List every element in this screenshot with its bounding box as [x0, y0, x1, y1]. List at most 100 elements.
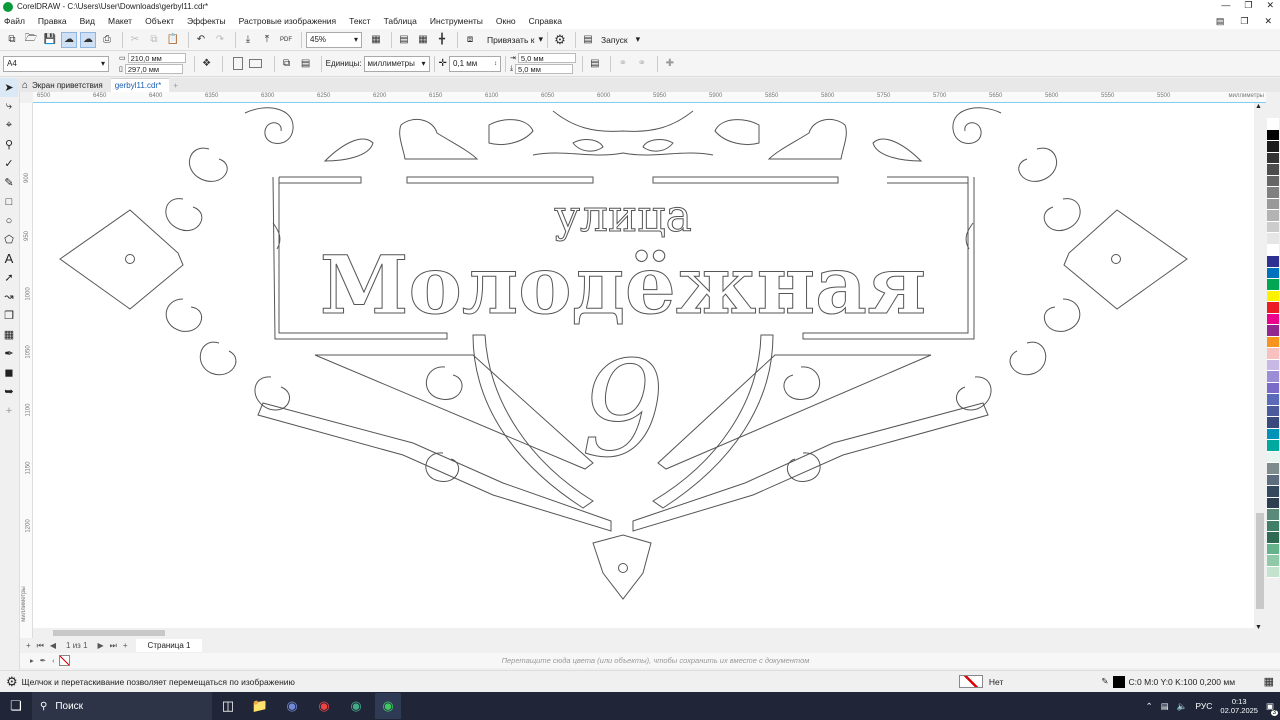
- zoom-level-combo[interactable]: 45% ▾: [306, 31, 362, 48]
- landscape-icon[interactable]: [248, 59, 262, 68]
- nudge-distance-field[interactable]: 0,1 мм ↕: [448, 55, 501, 72]
- palette-swatch[interactable]: [1267, 359, 1279, 371]
- minimize-icon[interactable]: —: [1221, 0, 1230, 11]
- horizontal-ruler[interactable]: 6500 6450 6400 6350 6300 6250 6200 6150 6100 6050…: [33, 92, 1266, 103]
- palette-swatch[interactable]: [1267, 486, 1279, 498]
- rectangle-tool-icon[interactable]: □: [0, 192, 18, 211]
- arrow-left-icon[interactable]: ‹: [52, 656, 55, 665]
- new-tab-button[interactable]: +: [169, 78, 186, 92]
- palette-swatch[interactable]: [1267, 428, 1279, 440]
- print-icon[interactable]: ⎙: [99, 32, 115, 48]
- palette-swatch[interactable]: [1267, 118, 1279, 130]
- menu-help[interactable]: Справка: [529, 16, 562, 26]
- smart-fill-icon[interactable]: ➥: [0, 382, 18, 401]
- palette-swatch[interactable]: [1267, 336, 1279, 348]
- polygon-tool-icon[interactable]: ⬠: [0, 230, 18, 249]
- zoom-tool-icon[interactable]: ⚲: [0, 135, 18, 154]
- menu-edit[interactable]: Правка: [38, 16, 67, 26]
- palette-swatch[interactable]: [1267, 233, 1279, 245]
- close-icon[interactable]: ✕: [1266, 0, 1274, 11]
- export-icon[interactable]: ⤒: [259, 32, 275, 48]
- no-color-swatch[interactable]: [58, 655, 70, 666]
- clock[interactable]: 0:13 02.07.2025: [1220, 697, 1258, 715]
- dup-x-field[interactable]: 5,0 мм: [517, 53, 576, 63]
- palette-swatch[interactable]: [1267, 290, 1279, 302]
- palette-swatch[interactable]: [1267, 520, 1279, 532]
- fill-indicator-icon[interactable]: [958, 675, 983, 688]
- notifications-icon[interactable]: ▣ 3: [1266, 701, 1278, 716]
- file-explorer-icon[interactable]: 📁: [247, 693, 273, 719]
- publish-pdf-icon[interactable]: PDF: [278, 32, 294, 48]
- page-height-field[interactable]: 297,0 мм: [124, 64, 183, 74]
- all-pages-icon[interactable]: ❖: [199, 56, 215, 72]
- vertical-scroll-thumb[interactable]: [1256, 513, 1264, 609]
- crop-tool-icon[interactable]: ⌖: [0, 116, 18, 135]
- palette-swatch[interactable]: [1267, 198, 1279, 210]
- artwork-outline[interactable]: улица Молодёжная 9: [33, 103, 1254, 631]
- ellipse-tool-icon[interactable]: ○: [0, 211, 18, 230]
- vertical-scrollbar[interactable]: ▲ ▼: [1254, 103, 1266, 631]
- prev-page-icon[interactable]: ◀: [50, 641, 56, 650]
- outline-color-swatch[interactable]: [1112, 675, 1125, 688]
- palette-swatch[interactable]: [1267, 302, 1279, 314]
- volume-icon[interactable]: 🔈: [1177, 701, 1188, 712]
- palette-swatch[interactable]: [1267, 325, 1279, 337]
- menu-table[interactable]: Таблица: [384, 16, 417, 26]
- color-palette[interactable]: [1266, 118, 1280, 638]
- full-screen-preview-icon[interactable]: ▦: [368, 32, 384, 48]
- cloud-download-icon[interactable]: ☁: [61, 31, 77, 48]
- palette-swatch[interactable]: [1267, 313, 1279, 325]
- pick-tool-icon[interactable]: ➤: [0, 78, 18, 97]
- menu-window[interactable]: Окно: [496, 16, 516, 26]
- quick-customize-icon[interactable]: ✚: [662, 56, 678, 72]
- transparency-tool-icon[interactable]: ▦: [0, 325, 18, 344]
- horizontal-scrollbar[interactable]: [33, 628, 1254, 638]
- vertical-ruler[interactable]: 900 950 1000 1050 1100 1150 1200 миллиметры: [20, 103, 33, 638]
- palette-swatch[interactable]: [1267, 440, 1279, 452]
- palette-swatch[interactable]: [1267, 405, 1279, 417]
- dup-y-field[interactable]: 5,0 мм: [515, 64, 574, 74]
- connector-tool-icon[interactable]: ↝: [0, 287, 18, 306]
- all-pages-layout-icon[interactable]: ⧉: [279, 56, 295, 72]
- treat-as-filled-icon[interactable]: ▤: [587, 56, 603, 72]
- text-tool-icon[interactable]: A: [0, 249, 18, 268]
- status-gear-icon[interactable]: ⚙: [6, 674, 18, 690]
- palette-swatch[interactable]: [1267, 152, 1279, 164]
- eyedropper-icon[interactable]: ✒: [40, 656, 46, 665]
- launch-dropdown[interactable]: Запуск: [601, 35, 628, 45]
- color-styles-icon[interactable]: ▦: [1264, 675, 1274, 688]
- next-page-icon[interactable]: ▶: [98, 641, 104, 650]
- palette-swatch[interactable]: [1267, 417, 1279, 429]
- options-gear-icon[interactable]: ⚙: [552, 32, 568, 48]
- parallel-dimension-icon[interactable]: ➚: [0, 268, 18, 287]
- taskbar-search[interactable]: ⚲ Поиск: [32, 692, 212, 720]
- palette-swatch[interactable]: [1267, 382, 1279, 394]
- menu-object[interactable]: Объект: [145, 16, 174, 26]
- show-objects-icon[interactable]: ⚭: [615, 56, 631, 72]
- redo-icon[interactable]: ↷: [212, 32, 228, 48]
- drop-shadow-icon[interactable]: ❐: [0, 306, 18, 325]
- add-tool-icon[interactable]: +: [0, 401, 18, 420]
- palette-swatch[interactable]: [1267, 474, 1279, 486]
- chrome-profile-icon[interactable]: ◉: [343, 693, 369, 719]
- language-indicator[interactable]: РУС: [1195, 701, 1212, 711]
- doc-restore-icon[interactable]: ▤: [1216, 16, 1225, 27]
- maximize-icon[interactable]: ❐: [1244, 0, 1252, 11]
- palette-swatch[interactable]: [1267, 221, 1279, 233]
- alignment-guides-icon[interactable]: ⧈: [462, 32, 478, 48]
- show-grid-icon[interactable]: ▦: [415, 32, 431, 48]
- menu-effects[interactable]: Эффекты: [187, 16, 226, 26]
- page-tab[interactable]: Страница 1: [135, 639, 203, 652]
- save-icon[interactable]: 💾: [42, 32, 58, 48]
- scroll-up-icon[interactable]: ▲: [1255, 103, 1262, 110]
- palette-swatch[interactable]: [1267, 371, 1279, 383]
- first-page-icon[interactable]: ⏮: [37, 641, 44, 651]
- launch-app-icon[interactable]: ▤: [580, 32, 596, 48]
- palette-swatch[interactable]: [1267, 463, 1279, 475]
- doc-maximize-icon[interactable]: ❐: [1240, 16, 1248, 27]
- last-page-icon[interactable]: ⏭: [110, 641, 117, 651]
- shape-tool-icon[interactable]: ⤷: [0, 97, 18, 116]
- units-combo[interactable]: миллиметры ▾: [363, 55, 430, 72]
- page-width-field[interactable]: 210,0 мм: [127, 53, 186, 63]
- menu-text[interactable]: Текст: [349, 16, 370, 26]
